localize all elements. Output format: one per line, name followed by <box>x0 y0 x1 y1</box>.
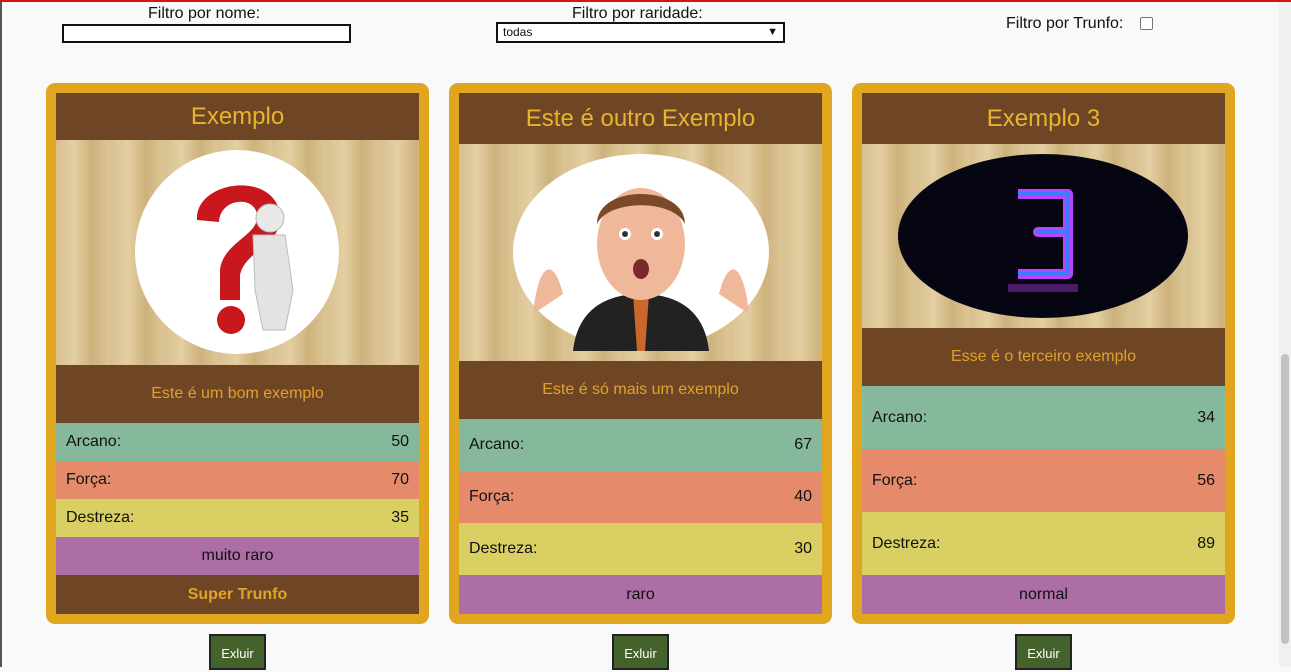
neon-number-three-icon <box>898 154 1188 318</box>
forca-value: 56 <box>1197 471 1215 489</box>
forca-row: Força: 70 <box>56 461 419 499</box>
card-description: Este é só mais um exemplo <box>459 361 822 419</box>
card-rarity: muito raro <box>56 537 419 575</box>
forca-label: Força: <box>66 471 112 488</box>
arcano-label: Arcano: <box>469 436 525 453</box>
destreza-row: Destreza: 30 <box>459 523 822 575</box>
card-description: Este é um bom exemplo <box>56 365 419 423</box>
card-rarity: raro <box>459 575 822 614</box>
arcano-label: Arcano: <box>872 408 928 426</box>
arcano-row: Arcano: 34 <box>862 386 1225 449</box>
destreza-value: 30 <box>794 540 812 557</box>
forca-value: 70 <box>391 471 409 488</box>
rarity-filter-label: Filtro por raridade: <box>572 5 703 22</box>
destreza-label: Destreza: <box>66 509 135 526</box>
super-trunfo-badge: Super Trunfo <box>56 575 419 614</box>
card: Exemplo 3 Esse é o terceiro exemplo Arca… <box>852 83 1235 624</box>
card-body: Este é outro Exemplo Este é só mais um e… <box>459 93 822 614</box>
arcano-value: 34 <box>1197 408 1215 426</box>
destreza-value: 89 <box>1197 534 1215 552</box>
destreza-row: Destreza: 89 <box>862 512 1225 575</box>
forca-label: Força: <box>872 471 918 489</box>
forca-row: Força: 56 <box>862 449 1225 512</box>
arcano-row: Arcano: 67 <box>459 419 822 471</box>
card-body: Exemplo Este é um bom exemplo Arcano: 50… <box>56 93 419 614</box>
arcano-label: Arcano: <box>66 433 122 450</box>
chevron-down-icon: ▼ <box>767 26 778 38</box>
arcano-value: 50 <box>391 433 409 450</box>
trunfo-filter-checkbox[interactable] <box>1140 17 1153 30</box>
card-title: Exemplo <box>56 93 419 140</box>
vertical-scrollbar[interactable] <box>1279 2 1291 667</box>
forca-label: Força: <box>469 488 515 505</box>
card-rarity: normal <box>862 575 1225 614</box>
rarity-filter-select[interactable]: todas ▼ <box>496 22 785 43</box>
card: Este é outro Exemplo Este é só mais um e… <box>449 83 832 624</box>
rarity-filter-selected-value: todas <box>503 25 533 39</box>
destreza-label: Destreza: <box>469 540 538 557</box>
scrollbar-thumb[interactable] <box>1281 354 1289 644</box>
card-title: Este é outro Exemplo <box>459 93 822 144</box>
name-filter-input[interactable] <box>62 24 351 43</box>
surprised-man-icon <box>513 154 769 351</box>
destreza-label: Destreza: <box>872 534 941 552</box>
destreza-row: Destreza: 35 <box>56 499 419 537</box>
card-description: Esse é o terceiro exemplo <box>862 328 1225 386</box>
forca-row: Força: 40 <box>459 471 822 523</box>
page-left-edge <box>0 2 2 667</box>
destreza-value: 35 <box>391 509 409 526</box>
card: Exemplo Este é um bom exemplo Arcano: 50… <box>46 83 429 624</box>
name-filter-label: Filtro por nome: <box>148 5 261 22</box>
card-body: Exemplo 3 Esse é o terceiro exemplo Arca… <box>862 93 1225 614</box>
card-title: Exemplo 3 <box>862 93 1225 144</box>
question-mark-figure-icon <box>135 150 339 354</box>
arcano-value: 67 <box>794 436 812 453</box>
forca-value: 40 <box>794 488 812 505</box>
trunfo-filter-label: Filtro por Trunfo: <box>1006 15 1124 32</box>
arcano-row: Arcano: 50 <box>56 423 419 461</box>
